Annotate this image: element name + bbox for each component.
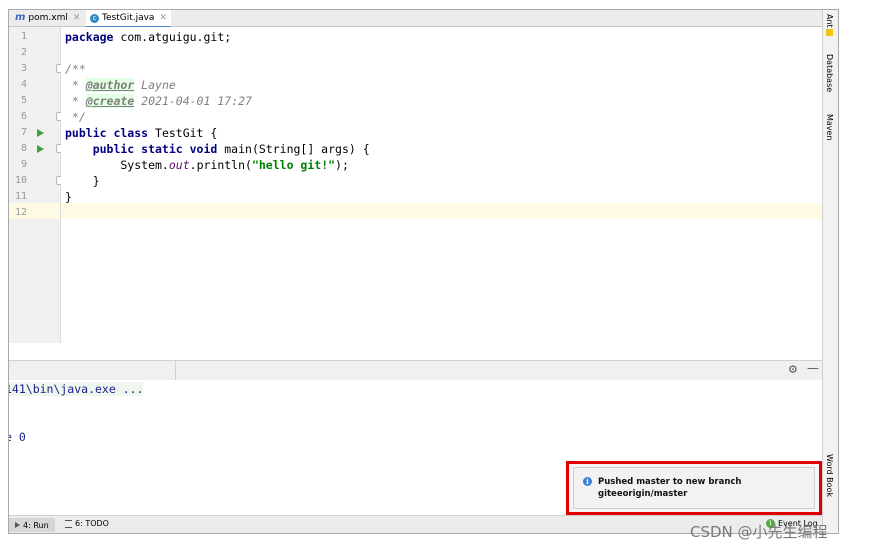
line-number: 3 [20,63,27,74]
code-text: System. [65,158,169,172]
right-tool-stripe: Ant Database Maven Word Book [822,10,838,533]
console-line: e 0 [9,430,26,444]
panel-divider [175,361,176,380]
run-gutter-icon[interactable] [37,145,44,153]
string-literal: "hello git!" [251,158,336,172]
javadoc-tag: @author [85,78,135,92]
code-text: 2021-04-01 17:27 [134,94,252,108]
code-line-6: */ [65,110,86,124]
tool-label: 6: TODO [75,519,109,528]
keyword: public class [65,126,149,140]
info-icon: i [583,477,592,486]
tab-label: TestGit.java [102,13,155,23]
code-text: * [65,94,86,108]
tool-window-database[interactable]: Database [825,54,834,92]
tool-window-run[interactable]: 4: Run [9,518,55,532]
editor-tab-bar: m pom.xml ✕ c TestGit.java ✕ [9,10,822,28]
code-line-10: } [65,174,100,188]
code-text: main(String[] args) { [217,142,370,156]
code-text: com.atguigu.git; [113,30,232,44]
code-line-7: public class TestGit { [65,125,217,141]
line-number: 4 [20,79,27,90]
line-number: 5 [20,95,27,106]
code-line-4: * @author Layne [65,77,176,93]
notification-balloon[interactable]: i Pushed master to new branch giteeorigi… [566,461,822,515]
run-gutter-icon[interactable] [37,129,44,137]
watermark: CSDN @小先生编程 [690,523,828,541]
run-icon [15,522,20,528]
tool-window-word-book[interactable]: Word Book [825,454,834,497]
code-line-9: System.out.println("hello git!"); [65,157,349,173]
tool-label: 4: Run [23,520,49,530]
close-icon[interactable]: ✕ [159,10,167,26]
notification-line: Pushed master to new branch [598,477,742,487]
code-text: * [65,78,86,92]
minimize-icon[interactable]: — [807,361,819,375]
java-class-icon: c [90,13,99,23]
maven-file-icon: m [15,12,26,23]
tool-window-todo[interactable]: 6: TODO [65,519,109,528]
line-number: 12 [14,207,27,218]
static-field: out [168,158,190,172]
current-line-highlight [61,203,822,219]
tab-pom-xml[interactable]: m pom.xml ✕ [15,10,80,26]
code-text: Layne [134,78,176,92]
code-editor[interactable]: package com.atguigu.git; /** * @author L… [61,27,822,343]
list-icon [65,519,72,528]
code-text: ); [335,158,349,172]
line-number: 11 [14,191,27,202]
line-number: 10 [14,175,27,186]
code-text: .println( [189,158,252,172]
warning-marker-icon[interactable] [826,29,833,36]
code-line-3: /** [65,62,86,76]
notification-text: Pushed master to new branch giteeorigin/… [598,476,741,500]
line-number-gutter: 1 2 3 4 5 6 7 8 9 10 11 12 [9,27,65,343]
line-number: 2 [20,47,27,58]
code-line-1: package com.atguigu.git; [65,29,231,45]
code-line-8: public static void main(String[] args) { [65,141,370,157]
line-number: 1 [20,31,27,42]
code-line-5: * @create 2021-04-01 17:27 [65,93,252,109]
code-text: TestGit { [148,126,218,140]
run-panel-header: ⚙ — [9,360,822,381]
line-number: 7 [20,127,27,138]
tool-window-ant[interactable]: Ant [825,14,834,28]
gear-icon[interactable]: ⚙ [788,363,798,376]
close-icon[interactable]: ✕ [73,10,81,26]
tab-label: pom.xml [28,13,68,23]
keyword: public static void [65,142,218,156]
line-number: 6 [20,111,27,122]
javadoc-tag: @create [85,94,135,108]
tab-testgit-java[interactable]: c TestGit.java ✕ [86,10,171,28]
notification-line: giteeorigin/master [598,489,688,499]
console-line: 141\bin\java.exe ... [9,382,144,396]
line-number: 9 [20,159,27,170]
keyword: package [65,30,114,44]
line-number: 8 [20,143,27,154]
code-line-11: } [65,190,72,204]
ide-window: m pom.xml ✕ c TestGit.java ✕ 1 2 3 4 5 6… [8,9,839,534]
notification-body: i Pushed master to new branch giteeorigi… [573,467,815,509]
tool-window-maven[interactable]: Maven [825,114,834,141]
